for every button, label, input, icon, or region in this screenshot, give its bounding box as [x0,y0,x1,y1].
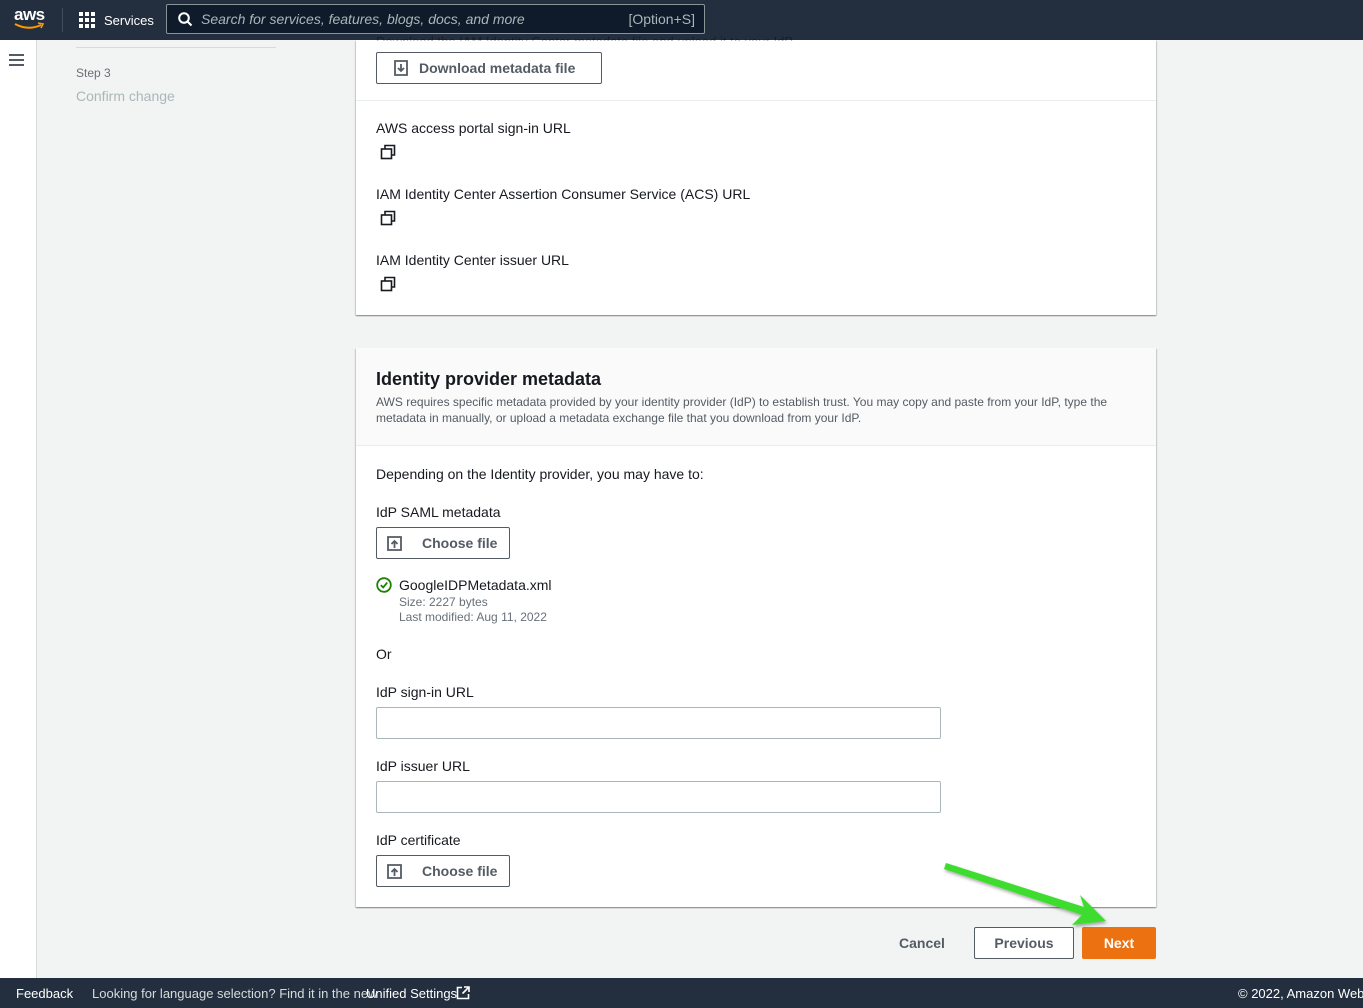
depending-text: Depending on the Identity provider, you … [376,466,704,482]
annotation-arrow-icon [944,863,1106,925]
section-divider [356,100,1156,101]
steps-divider [76,47,276,48]
services-menu-button[interactable]: Services [79,10,154,30]
service-provider-metadata-panel: Download the IAM Identity Center metadat… [356,34,1156,315]
upload-icon [387,863,402,879]
choose-file-label: Choose file [422,863,498,879]
saml-metadata-label: IdP SAML metadata [376,504,501,520]
acs-url-label: IAM Identity Center Assertion Consumer S… [376,186,751,202]
uploaded-file-name: GoogleIDPMetadata.xml [399,577,552,593]
panel-header: Identity provider metadata AWS requires … [356,348,1156,446]
identity-provider-metadata-panel: Identity provider metadata AWS requires … [356,348,1156,907]
copy-icon[interactable] [380,276,396,292]
aws-logo[interactable]: aws [14,6,48,32]
step-3-number: Step 3 [76,66,111,80]
menu-icon[interactable] [9,54,24,66]
panel-description: AWS requires specific metadata provided … [376,395,1108,425]
idp-issuer-url-input[interactable] [376,781,941,813]
search-shortcut-hint: [Option+S] [628,11,695,27]
search-input[interactable] [201,9,621,29]
choose-certificate-file-button[interactable]: Choose file [376,855,510,887]
copyright-text: © 2022, Amazon Web S [1238,986,1363,1001]
search-bar[interactable]: [Option+S] [166,4,705,34]
download-metadata-button[interactable]: Download metadata file [376,52,602,84]
uploaded-file-modified: Last modified: Aug 11, 2022 [399,610,547,624]
aws-smile-icon [14,22,45,29]
copy-icon[interactable] [380,144,396,160]
or-label: Or [376,646,392,662]
access-portal-url-label: AWS access portal sign-in URL [376,120,571,136]
panel-title: Identity provider metadata [376,369,602,389]
apps-grid-icon [79,11,96,29]
certificate-label: IdP certificate [376,832,461,848]
step-3-name: Confirm change [76,88,175,104]
download-instructions-text: Download the IAM Identity Center metadat… [376,34,795,49]
services-label: Services [104,12,154,28]
side-navigation-rail [0,40,37,978]
nav-divider [62,8,63,32]
language-selection-text: Looking for language selection? Find it … [92,986,378,1001]
upload-icon [387,535,402,551]
idp-signin-url-input[interactable] [376,707,941,739]
bottom-bar: Feedback Looking for language selection?… [0,978,1363,1008]
issuer-url-label: IdP issuer URL [376,758,470,774]
copy-icon[interactable] [380,210,396,226]
feedback-link[interactable]: Feedback [16,986,73,1001]
external-link-icon[interactable] [456,986,470,1000]
signin-url-label: IdP sign-in URL [376,684,474,700]
download-metadata-label: Download metadata file [419,60,576,76]
download-icon [394,60,408,76]
issuer-url-label: IAM Identity Center issuer URL [376,252,569,268]
choose-file-label: Choose file [422,535,498,551]
previous-label: Previous [994,935,1054,951]
search-icon [178,12,193,27]
choose-saml-file-button[interactable]: Choose file [376,527,510,559]
status-success-icon [376,577,392,593]
uploaded-file-size: Size: 2227 bytes [399,595,488,609]
unified-settings-link[interactable]: Unified Settings [366,986,457,1001]
